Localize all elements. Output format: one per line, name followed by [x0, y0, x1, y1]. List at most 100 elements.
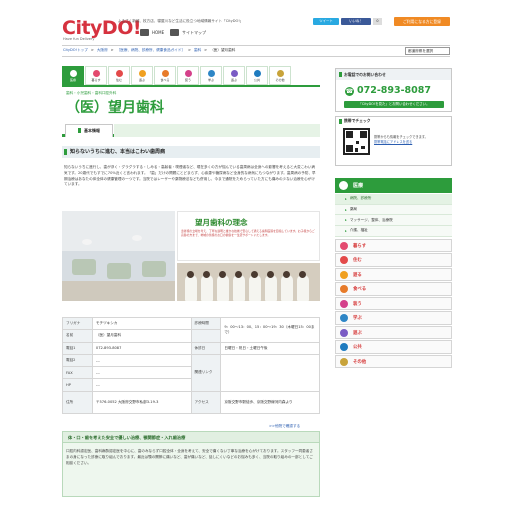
sitemap-label: サイトマップ	[182, 29, 206, 35]
sidebar-item-label: 公共	[353, 345, 362, 350]
table-row: フリガナ モチヅキシカ 診療時間 9：00〜13：00、15：00〜19：30（…	[62, 316, 320, 343]
clinic-interior-photo	[62, 211, 175, 301]
page-title: （医）望月歯科	[66, 100, 164, 116]
intro-text: 知らないうちに進行し、歯が浮く・グラグラする・しみる・高齢者・喫煙者など、現在多…	[64, 165, 316, 187]
leisure-icon	[340, 328, 348, 337]
info-key: 電話2	[62, 353, 93, 368]
like-count-badge: 0	[373, 18, 382, 25]
prefecture-select[interactable]: 都道府県を選択	[405, 47, 450, 55]
home-link[interactable]: HOME	[140, 29, 164, 36]
sidebar-item-play[interactable]: 遊る	[335, 267, 452, 282]
info-key: 関連リンク	[190, 353, 222, 392]
phone-number[interactable]: 072-893-8087	[357, 85, 431, 96]
qr-block	[346, 145, 353, 152]
photo-chair	[142, 261, 166, 277]
tab-medical[interactable]: 医療	[62, 66, 84, 85]
staff-head	[235, 271, 242, 278]
info-value	[220, 353, 320, 392]
sidebar-sub-care[interactable]: 介護、福祉	[335, 226, 452, 237]
sidebar-item-other[interactable]: その他	[335, 354, 452, 369]
sidebar-item-label: 遊る	[353, 272, 362, 278]
info-value: モチヅキシカ	[91, 316, 192, 331]
sidebar-item-housing[interactable]: 住む	[335, 253, 452, 267]
info-value: ---	[91, 366, 192, 380]
register-button[interactable]: ご利用になる方に登録	[394, 17, 450, 26]
detail-tab-fill	[114, 124, 320, 137]
clinic-info-table: フリガナ モチヅキシカ 診療時間 9：00〜13：00、15：00〜19：30（…	[62, 316, 320, 414]
play-icon	[340, 270, 348, 279]
sidebar-item-living[interactable]: 暮らす	[335, 238, 452, 253]
sidebar-item-label: 住む	[353, 258, 362, 263]
tab-other[interactable]: その他	[269, 66, 291, 85]
breadcrumb-item[interactable]: ［医療、病院、診療所、健康食品ガイド］	[117, 48, 185, 53]
sidebar-item-fashion[interactable]: 装う	[335, 296, 452, 311]
info-key: 住所	[62, 390, 93, 414]
info-key: 休診日	[190, 341, 222, 355]
play-icon	[138, 69, 146, 77]
category-tabs: 医療 暮らす 住む 遊ぶ 食べる 装う 学ぶ 遊ぶ 公共 その他	[62, 66, 320, 85]
tab-label: 食べる	[160, 77, 170, 82]
sidebar-item-label: 暮らす	[353, 243, 367, 249]
tab-living[interactable]: 暮らす	[85, 66, 107, 85]
breadcrumb-current: （医）望月歯科	[210, 48, 236, 52]
sidebar-item-label: 遊ぶ	[353, 330, 362, 336]
sidebar-sub-massage[interactable]: マッサージ、整体、治療院	[335, 215, 452, 227]
tab-leisure[interactable]: 遊ぶ	[223, 66, 245, 85]
phone-note: 「CityDO!を見た」とお問い合わせください。	[344, 101, 444, 108]
like-button[interactable]: いいね！	[341, 18, 371, 25]
tab-food[interactable]: 食べる	[154, 66, 176, 85]
sidebar-item-medical[interactable]: 医療	[335, 178, 452, 193]
tab-basic-info[interactable]: 基本情報	[65, 124, 113, 137]
breadcrumb-item[interactable]: 歯科	[194, 48, 201, 53]
photo-lamp	[82, 239, 92, 245]
qr-code-icon	[343, 128, 370, 155]
tab-learn[interactable]: 学ぶ	[200, 66, 222, 85]
breadcrumb-item[interactable]: 大阪府	[97, 48, 108, 53]
mobile-check-heading: 携帯でチェック	[336, 118, 371, 124]
leisure-icon	[230, 69, 238, 77]
tab-fashion[interactable]: 装う	[177, 66, 199, 85]
table-row: 電話1 072-893-8087 休診日 日曜日・祝日・土曜日午後	[62, 341, 320, 355]
sub-category: 歯科・小児歯科・歯科口腔外科	[66, 91, 117, 95]
send-to-mobile-link[interactable]: 携帯電話にアドレスを送る	[374, 140, 448, 145]
table-row: 住所 〒576-0052 大阪府交野市私部3-19-3 アクセス 京阪交野市駅徒…	[62, 390, 320, 414]
food-icon	[161, 69, 169, 77]
tab-label: 医療	[69, 77, 76, 82]
feature-title: 体・口・歯を考えた安全で優しい治療、顎関節症・入れ歯治療	[63, 432, 319, 443]
sidebar-item-public[interactable]: 公共	[335, 340, 452, 354]
tab-housing[interactable]: 住む	[108, 66, 130, 85]
info-value: 京阪交野市駅徒歩、京阪交野線河内森より	[220, 390, 320, 414]
info-value: ---	[91, 378, 192, 392]
tab-public[interactable]: 公共	[246, 66, 268, 85]
tweet-button[interactable]: ツイート	[313, 18, 339, 25]
living-icon	[340, 241, 348, 250]
sitemap-link[interactable]: サイトマップ	[170, 29, 206, 36]
medical-icon	[69, 69, 77, 77]
staff-head	[219, 271, 226, 278]
info-value: 072-893-8087	[91, 341, 192, 355]
photo-chair	[107, 263, 131, 279]
sidebar-item-learn[interactable]: 学ぶ	[335, 311, 452, 325]
fashion-icon	[340, 299, 348, 308]
sidebar-nav: 医療 病院、診療所 薬局 マッサージ、整体、治療院 介護、福祉 暮らす 住む 遊…	[335, 178, 452, 369]
tabs-underline	[62, 85, 320, 87]
tab-play[interactable]: 遊ぶ	[131, 66, 153, 85]
sidebar-sub-hospital[interactable]: 病院、診療所	[335, 194, 452, 205]
tab-label: 装う	[184, 77, 191, 82]
living-icon	[92, 69, 100, 77]
info-value: ---	[91, 353, 192, 368]
back-link[interactable]: >>他院で確認する	[269, 424, 300, 429]
tab-basic-label: 基本情報	[84, 128, 100, 133]
breadcrumb-item[interactable]: CityDO!トップ	[63, 48, 88, 53]
sidebar-item-food[interactable]: 食べる	[335, 282, 452, 296]
sitemap-icon	[170, 29, 179, 36]
breadcrumb: CityDO!トップ > 大阪府 > ［医療、病院、診療所、健康食品ガイド］ >…	[63, 48, 235, 53]
table-row: 電話2 --- 関連リンク	[62, 353, 320, 392]
sidebar-item-leisure[interactable]: 遊ぶ	[335, 325, 452, 340]
qr-block	[355, 148, 358, 152]
staff-figure	[201, 275, 213, 301]
info-key: 名前	[62, 329, 93, 343]
sidebar-sub-pharmacy[interactable]: 薬局	[335, 204, 452, 216]
staff-head	[267, 271, 274, 278]
staff-figure	[297, 275, 309, 301]
